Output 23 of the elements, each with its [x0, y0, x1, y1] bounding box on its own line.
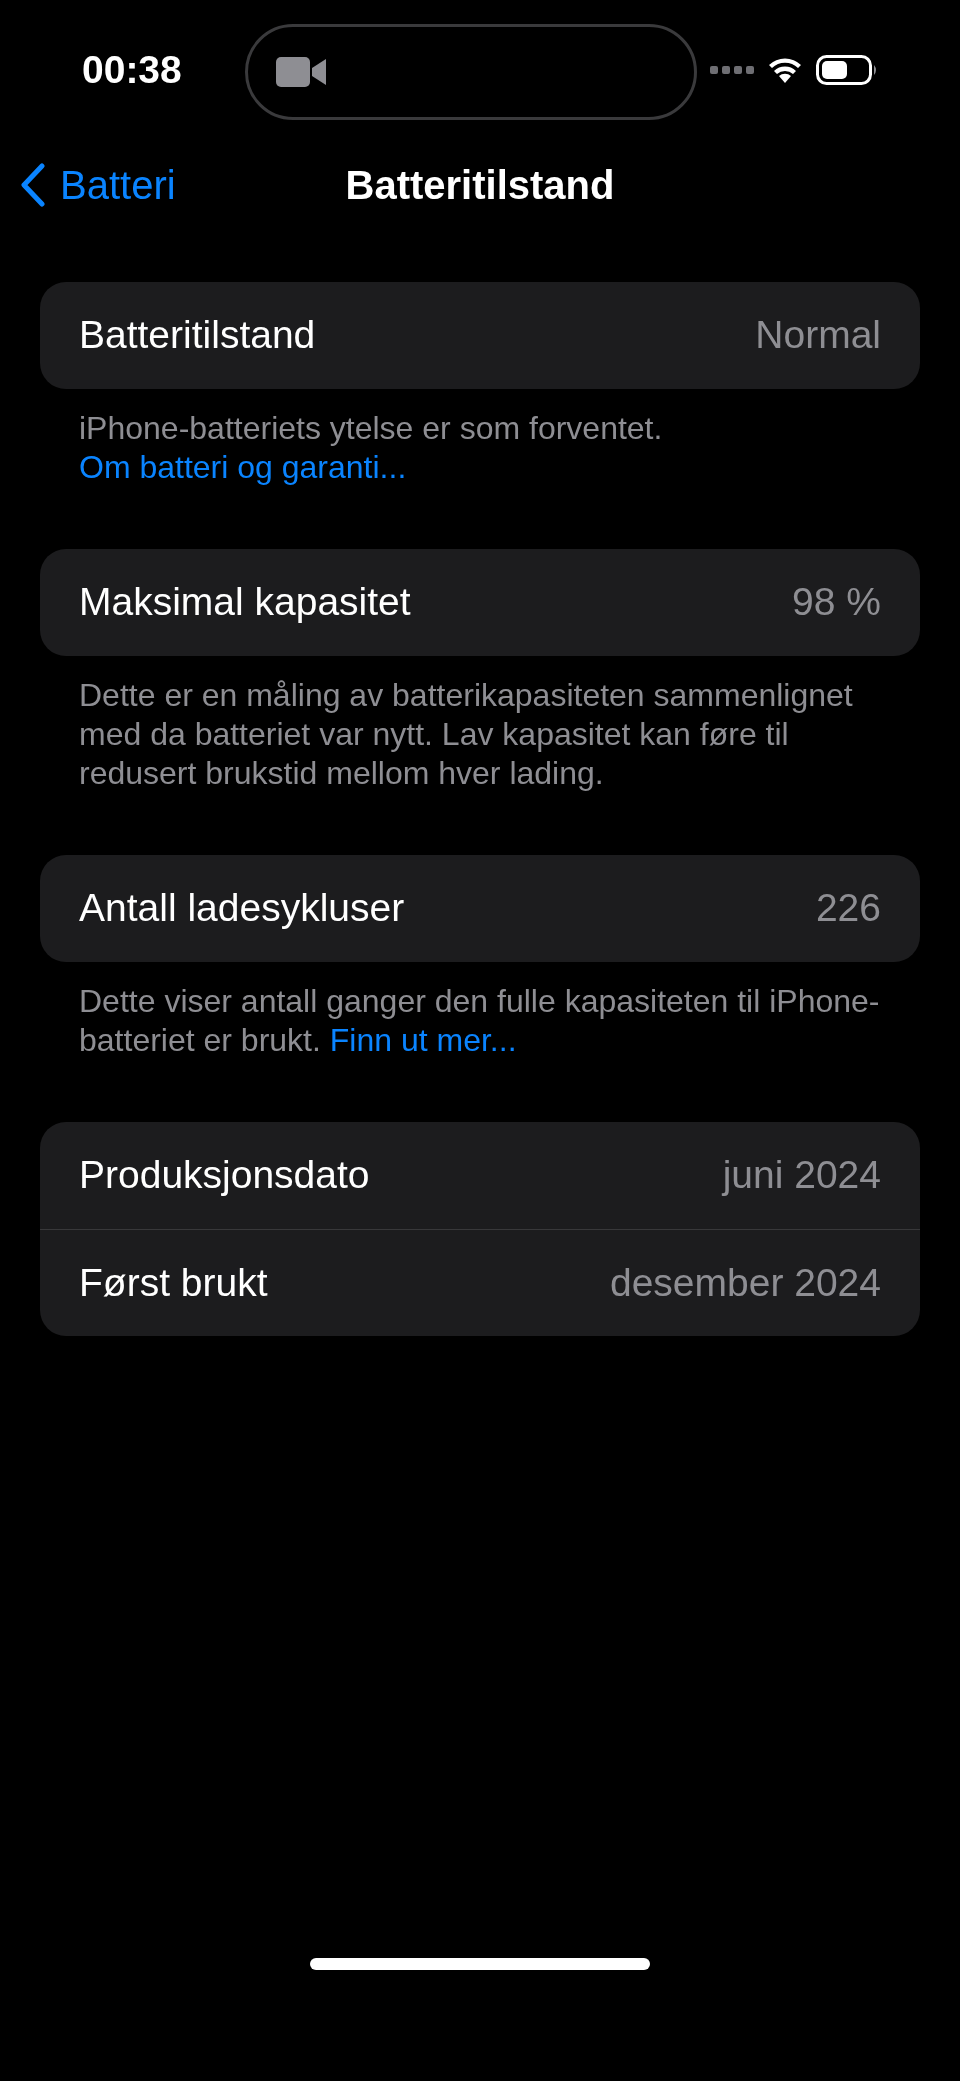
footer-link[interactable]: Om batteri og garanti...: [79, 449, 407, 485]
row-label: Produksjonsdato: [79, 1152, 370, 1199]
footer-link[interactable]: Finn ut mer...: [329, 1022, 517, 1058]
wifi-icon: [768, 57, 802, 83]
footer-note: Dette viser antall ganger den fulle kapasiteten til iPhone-batteriet er brukt. Finn ut mer...: [78, 982, 881, 1060]
video-camera-icon: [276, 55, 328, 89]
row-value: Normal: [755, 312, 881, 359]
footer-note: iPhone-batteriets ytelse er som forventet. Om batteri og garanti...: [78, 409, 664, 487]
row-value: 98 %: [792, 579, 881, 626]
row-label: Først brukt: [79, 1259, 268, 1306]
row-value: 226: [815, 885, 881, 932]
battery-icon: [816, 55, 878, 85]
footer-note: Dette er en måling av batterikapasiteten sammenlignet med da batteriet var nytt. Lav kapasitet kan føre til redusert brukstid mellom hver lading.: [78, 676, 854, 793]
chevron-left-icon: [20, 163, 46, 207]
status-time: 00:38: [82, 46, 182, 93]
row-label: Maksimal kapasitet: [79, 579, 411, 626]
page-title: Batteritilstand: [345, 162, 615, 209]
row-label: Antall ladesykluser: [79, 885, 405, 932]
back-button[interactable]: Batteri: [20, 155, 176, 215]
signal-icon: [710, 66, 754, 74]
row-label: Batteritilstand: [79, 312, 316, 359]
row-value: juni 2024: [722, 1152, 881, 1199]
row-value: desember 2024: [609, 1259, 881, 1306]
